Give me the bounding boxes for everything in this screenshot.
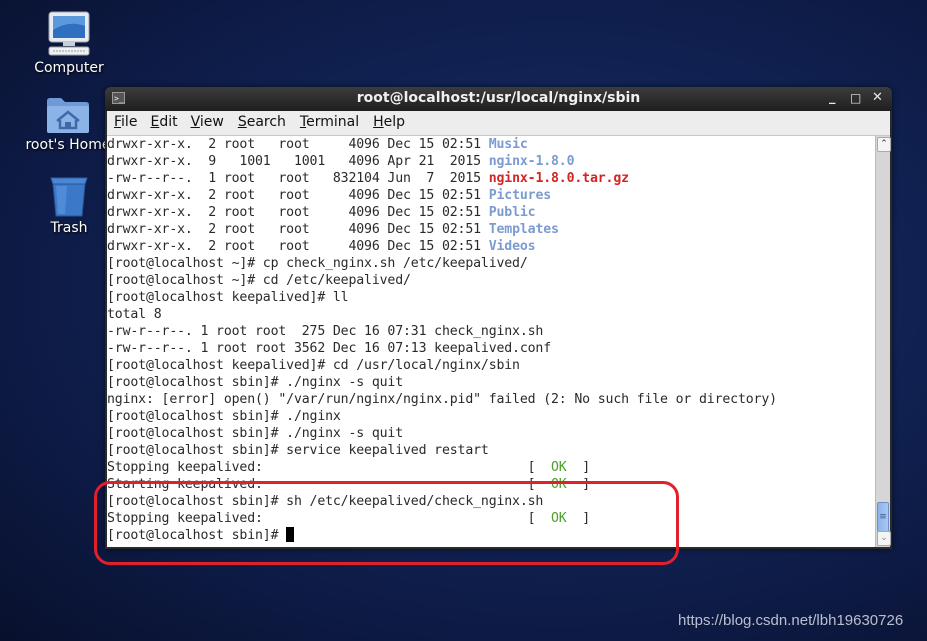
desktop-icon-home[interactable]: root's Home xyxy=(18,95,118,153)
dir-name: Public xyxy=(488,205,536,220)
terminal-line: [root@localhost ~]# cd /etc/keepalived/ xyxy=(107,273,411,288)
text-cursor xyxy=(286,527,295,542)
terminal-output[interactable]: drwxr-xr-x. 2 root root 4096 Dec 15 02:5… xyxy=(107,136,875,547)
shell-prompt: [root@localhost sbin]# xyxy=(107,528,287,543)
scroll-up-button[interactable]: ⌃ xyxy=(877,137,891,152)
listing-row: drwxr-xr-x. 2 root root 4096 Dec 15 02:5… xyxy=(107,137,528,152)
terminal-window: >_ root@localhost:/usr/local/nginx/sbin … xyxy=(105,87,892,549)
terminal-line: [root@localhost keepalived]# ll xyxy=(107,290,349,305)
terminal-line: nginx: [error] open() "/var/run/nginx/ng… xyxy=(107,392,777,407)
vertical-scrollbar[interactable]: ⌃ ≡ ⌄ xyxy=(875,136,891,547)
scroll-down-button[interactable]: ⌄ xyxy=(877,531,891,546)
dir-name: Pictures xyxy=(488,188,552,203)
menu-help[interactable]: Help xyxy=(373,111,405,130)
terminal-line: -rw-r--r--. 1 root root 275 Dec 16 07:31… xyxy=(107,324,544,339)
dir-name: nginx-1.8.0 xyxy=(488,154,575,169)
dir-name: Templates xyxy=(488,222,559,237)
desktop-icon-label: root's Home xyxy=(25,137,111,153)
home-folder-icon xyxy=(47,98,89,133)
window-title: root@localhost:/usr/local/nginx/sbin xyxy=(356,90,641,106)
desktop-icon-computer[interactable]: Computer xyxy=(19,10,119,76)
listing-row: drwxr-xr-x. 2 root root 4096 Dec 15 02:5… xyxy=(107,188,552,203)
listing-row: -rw-r--r--. 1 root root 832104 Jun 7 201… xyxy=(107,171,629,186)
trash-icon xyxy=(50,177,88,217)
desktop-icon-label: Computer xyxy=(34,60,104,76)
menu-file[interactable]: File xyxy=(114,111,137,130)
status-line: Stopping keepalived: [ OK ] xyxy=(107,511,590,526)
dir-name: Videos xyxy=(488,239,536,254)
status-line: Stopping keepalived: [ OK ] xyxy=(107,460,590,475)
listing-row: drwxr-xr-x. 2 root root 4096 Dec 15 02:5… xyxy=(107,239,536,254)
computer-icon xyxy=(48,11,90,56)
watermark: https://blog.csdn.net/lbh19630726 xyxy=(678,612,904,629)
terminal-line: [root@localhost ~]# cp check_nginx.sh /e… xyxy=(107,256,528,271)
terminal-line: [root@localhost sbin]# ./nginx xyxy=(107,409,341,424)
prompt-line: [root@localhost sbin]# xyxy=(107,527,295,544)
listing-row: drwxr-xr-x. 2 root root 4096 Dec 15 02:5… xyxy=(107,222,559,237)
scroll-thumb[interactable]: ≡ xyxy=(877,502,889,532)
menu-view[interactable]: View xyxy=(191,111,224,130)
desktop-icon-trash[interactable]: Trash xyxy=(19,174,119,236)
menu-bar: File Edit View Search Terminal Help xyxy=(107,111,890,136)
maximize-button[interactable]: □ xyxy=(850,91,861,105)
desktop-icon-label: Trash xyxy=(50,220,88,236)
archive-name: nginx-1.8.0.tar.gz xyxy=(488,171,629,186)
menu-terminal[interactable]: Terminal xyxy=(300,111,359,130)
ok-status: OK xyxy=(551,477,567,492)
listing-row: drwxr-xr-x. 9 1001 1001 4096 Apr 21 2015… xyxy=(107,154,575,169)
ok-status: OK xyxy=(551,511,567,526)
menu-search[interactable]: Search xyxy=(238,111,286,130)
close-button[interactable]: ✕ xyxy=(872,90,883,105)
terminal-line: [root@localhost sbin]# service keepalive… xyxy=(107,443,489,458)
terminal-line: [root@localhost keepalived]# cd /usr/loc… xyxy=(107,358,520,373)
status-line: Starting keepalived: [ OK ] xyxy=(107,477,590,492)
minimize-button[interactable]: _ xyxy=(829,90,836,105)
terminal-line: total 8 xyxy=(107,307,162,322)
menu-edit[interactable]: Edit xyxy=(150,111,177,130)
title-bar[interactable]: >_ root@localhost:/usr/local/nginx/sbin … xyxy=(105,87,892,111)
terminal-line: [root@localhost sbin]# ./nginx -s quit xyxy=(107,426,404,441)
terminal-line: -rw-r--r--. 1 root root 3562 Dec 16 07:1… xyxy=(107,341,552,356)
ok-status: OK xyxy=(551,460,567,475)
terminal-line: [root@localhost sbin]# ./nginx -s quit xyxy=(107,375,404,390)
dir-name: Music xyxy=(488,137,528,152)
terminal-line: [root@localhost sbin]# sh /etc/keepalive… xyxy=(107,494,544,509)
listing-row: drwxr-xr-x. 2 root root 4096 Dec 15 02:5… xyxy=(107,205,536,220)
